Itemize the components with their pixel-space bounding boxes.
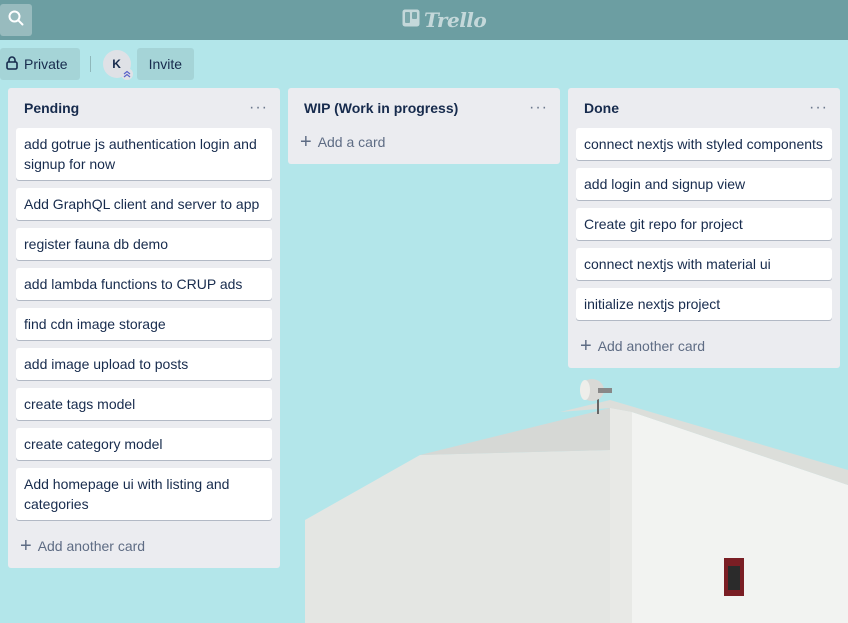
visibility-label: Private xyxy=(24,56,68,72)
card[interactable]: Create git repo for project xyxy=(576,208,832,240)
plus-icon: + xyxy=(300,131,312,153)
list-pending: Pending ··· add gotrue js authentication… xyxy=(8,88,280,568)
card[interactable]: Add GraphQL client and server to app xyxy=(16,188,272,220)
list-header: Done ··· xyxy=(568,88,840,128)
card[interactable]: find cdn image storage xyxy=(16,308,272,340)
avatar[interactable]: K xyxy=(102,50,133,80)
top-bar: Trello xyxy=(0,0,848,40)
search-button[interactable] xyxy=(0,4,32,36)
card[interactable]: register fauna db demo xyxy=(16,228,272,260)
card-list: connect nextjs with styled components ad… xyxy=(568,128,840,320)
more-icon[interactable]: ··· xyxy=(245,100,272,116)
list-header: WIP (Work in progress) ··· xyxy=(288,88,560,128)
plus-icon: + xyxy=(580,335,592,357)
card[interactable]: add lambda functions to CRUP ads xyxy=(16,268,272,300)
add-card-label: Add a card xyxy=(317,134,386,150)
visibility-button[interactable]: Private xyxy=(0,48,80,80)
more-icon[interactable]: ··· xyxy=(525,100,552,116)
list-wip: WIP (Work in progress) ··· + Add a card xyxy=(288,88,560,164)
add-card-label: Add another card xyxy=(37,538,146,554)
card[interactable]: create tags model xyxy=(16,388,272,420)
trello-board-icon xyxy=(402,9,420,32)
list-title[interactable]: Done xyxy=(584,100,619,116)
card[interactable]: connect nextjs with material ui xyxy=(576,248,832,280)
list-title[interactable]: Pending xyxy=(24,100,79,116)
board-header: Private K Invite xyxy=(0,48,195,80)
card[interactable]: add login and signup view xyxy=(576,168,832,200)
trello-logo[interactable]: Trello xyxy=(402,8,487,32)
card[interactable]: Add homepage ui with listing and categor… xyxy=(16,468,272,520)
card[interactable]: initialize nextjs project xyxy=(576,288,832,320)
card-list: add gotrue js authentication login and s… xyxy=(8,128,280,520)
list-title[interactable]: WIP (Work in progress) xyxy=(304,100,458,116)
search-icon xyxy=(8,10,24,31)
header-divider xyxy=(89,56,91,72)
more-icon[interactable]: ··· xyxy=(805,100,832,116)
list-done: Done ··· connect nextjs with styled comp… xyxy=(568,88,840,368)
logo-text: Trello xyxy=(424,8,487,32)
plus-icon: + xyxy=(20,535,32,557)
avatar-initial: K xyxy=(112,57,121,71)
invite-button[interactable]: Invite xyxy=(136,48,195,80)
card[interactable]: create category model xyxy=(16,428,272,460)
card[interactable]: add gotrue js authentication login and s… xyxy=(16,128,272,180)
admin-chevron-icon xyxy=(120,68,133,80)
card[interactable]: connect nextjs with styled components xyxy=(576,128,832,160)
lock-icon xyxy=(6,55,18,73)
add-card-button[interactable]: + Add a card xyxy=(288,124,560,160)
add-card-label: Add another card xyxy=(597,338,706,354)
card[interactable]: add image upload to posts xyxy=(16,348,272,380)
add-card-button[interactable]: + Add another card xyxy=(8,528,280,564)
list-header: Pending ··· xyxy=(8,88,280,128)
add-card-button[interactable]: + Add another card xyxy=(568,328,840,364)
